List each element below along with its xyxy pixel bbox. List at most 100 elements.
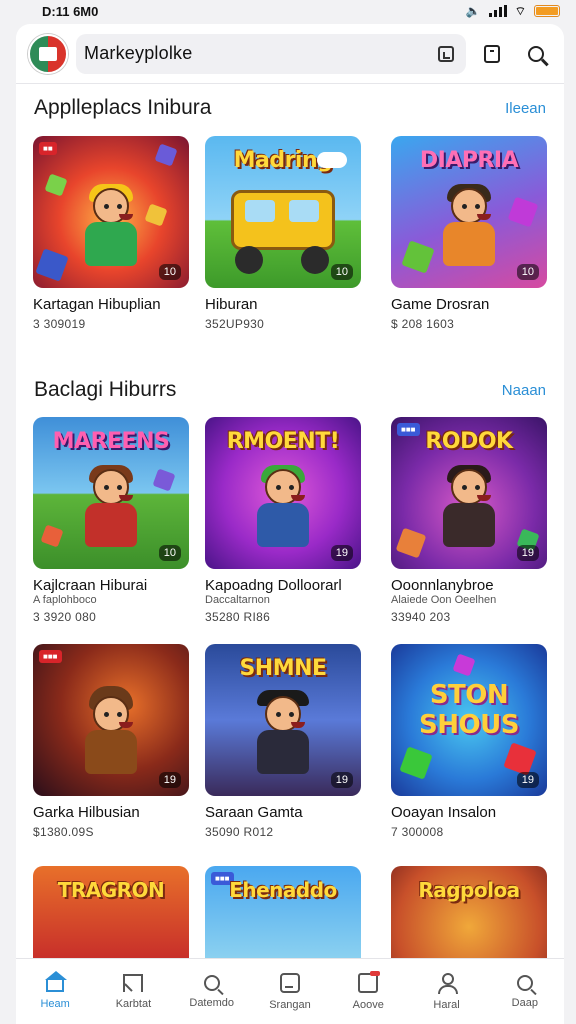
user-icon	[437, 972, 458, 994]
rating-badge: 10	[158, 264, 181, 280]
app-thumbnail[interactable]: Madring 10	[205, 136, 361, 288]
mute-icon: 🔈	[465, 4, 481, 18]
app-title: Kapoadng Dolloorarl	[205, 577, 342, 594]
main-sheet: Markeyplolke Applleplacs Inibura Ileean …	[16, 24, 564, 1024]
image-search-icon[interactable]	[438, 45, 454, 62]
app-price: 3 309019	[33, 317, 86, 331]
section-title: Baclagi Hiburrs	[34, 378, 177, 401]
app-art-title: TRAGRON	[57, 878, 165, 902]
app-card[interactable]: RMOENT! 19 Kapoadng Dolloorarl Daccaltar…	[205, 417, 361, 624]
app-card[interactable]: STON SHOUS 19 Ooayan Insalon 7 300008	[391, 644, 547, 839]
status-icons: 🔈 ⌔	[466, 4, 560, 19]
nav-label: Haral	[433, 998, 460, 1011]
app-subtitle: Alaiede Oon Oeelhen	[391, 594, 497, 606]
section-header: Baclagi Hiburrs Naaan	[34, 378, 546, 402]
nav-label: Daap	[511, 996, 538, 1009]
signal-icon	[488, 5, 507, 17]
tag-badge: ■■■	[39, 650, 62, 663]
box-icon	[279, 972, 300, 993]
status-time: D:11 6M0	[42, 3, 99, 19]
section-title: Applleplacs Inibura	[34, 96, 212, 119]
search-button[interactable]	[518, 36, 554, 72]
app-thumbnail[interactable]: MAREENS 10	[33, 417, 189, 569]
app-thumbnail[interactable]: ■■ 10	[33, 136, 189, 288]
app-art-title: RODOK	[425, 429, 513, 454]
app-card[interactable]: ■■ 10 Kartagan Hibuplian 3 309019	[33, 136, 189, 331]
app-card[interactable]: SHMNE 19 Saraan Gamta 35090 R012	[205, 644, 361, 839]
rating-badge: 19	[330, 545, 353, 561]
app-thumbnail[interactable]: ■■■ 19	[33, 644, 189, 796]
home-icon	[45, 970, 68, 992]
app-thumbnail[interactable]: ■■■ RODOK 19	[391, 417, 547, 569]
bottom-nav: Heam Karbtat Datemdo Srangan Aoove Haral…	[16, 958, 564, 1024]
status-bar: D:11 6M0 🔈 ⌔	[0, 0, 576, 22]
app-price: 35090 R012	[205, 825, 274, 839]
app-subtitle: A faplohboco	[33, 594, 97, 606]
wifi-icon: ⌔	[514, 3, 526, 18]
search-icon	[528, 45, 544, 62]
app-price: 352UP930	[205, 317, 265, 331]
rating-badge: 19	[330, 772, 353, 788]
app-title: Game Drosran	[391, 296, 490, 313]
app-price: 33940 203	[391, 610, 451, 624]
app-price: $ 208 1603	[391, 317, 455, 331]
nav-label: Heam	[40, 997, 70, 1010]
message-icon	[358, 970, 381, 993]
rating-badge: 19	[516, 545, 539, 561]
nav-label: Karbtat	[115, 997, 152, 1010]
rating-badge: 10	[158, 545, 181, 561]
app-title: Garka Hilbusian	[33, 804, 140, 821]
app-thumbnail[interactable]: DIAPRIA 10	[391, 136, 547, 288]
character-art	[437, 184, 501, 278]
search-box[interactable]: Markeyplolke	[76, 33, 466, 74]
nav-item-7[interactable]: Daap	[486, 959, 564, 1024]
bookmark-button[interactable]	[474, 36, 510, 72]
top-bar: Markeyplolke	[16, 24, 564, 84]
app-subtitle: Daccaltarnon	[205, 594, 270, 606]
app-art-title: SHMNE	[239, 656, 327, 681]
character-art	[79, 686, 143, 786]
app-thumbnail[interactable]: RMOENT! 19	[205, 417, 361, 569]
nav-item-5[interactable]: Aoove	[329, 959, 407, 1024]
nav-item-4[interactable]: Srangan	[251, 959, 329, 1024]
nav-label: Srangan	[269, 998, 311, 1011]
app-art-title: MAREENS	[52, 429, 170, 454]
search-input[interactable]: Markeyplolke	[84, 43, 192, 64]
app-title: Kartagan Hibuplian	[33, 296, 161, 313]
app-card[interactable]: MAREENS 10 Kajlcraan Hiburai A faplohboc…	[33, 417, 189, 624]
nav-item-3[interactable]: Datemdo	[173, 959, 251, 1024]
app-thumbnail[interactable]: SHMNE 19	[205, 644, 361, 796]
see-all-link[interactable]: Naaan	[502, 382, 546, 399]
flag-icon	[123, 973, 144, 992]
app-art-title: Ehenaddo	[229, 878, 337, 902]
app-title: Hiburan	[205, 296, 258, 313]
app-title: Ooonnlanybroe	[391, 577, 494, 594]
character-art	[251, 690, 315, 786]
nav-label: Datemdo	[189, 996, 235, 1009]
app-title: Ooayan Insalon	[391, 804, 497, 821]
character-art	[251, 465, 315, 559]
app-title: Kajlcraan Hiburai	[33, 577, 148, 594]
app-card[interactable]: ■■■ 19 Garka Hilbusian $1380.09S	[33, 644, 189, 839]
nav-item-6[interactable]: Haral	[407, 959, 485, 1024]
app-price: 35280 RI86	[205, 610, 271, 624]
app-art-title: STON SHOUS	[419, 680, 519, 740]
nav-item-home[interactable]: Heam	[16, 959, 94, 1024]
app-card[interactable]: Madring 10 Hiburan 352UP930	[205, 136, 361, 331]
app-thumbnail[interactable]: STON SHOUS 19	[391, 644, 547, 796]
rating-badge: 10	[516, 264, 539, 280]
app-card[interactable]: ■■■ RODOK 19 Ooonnlanybroe Alaiede Oon O…	[391, 417, 547, 624]
app-card[interactable]: DIAPRIA 10 Game Drosran $ 208 1603	[391, 136, 547, 331]
rating-badge: 10	[330, 264, 353, 280]
nav-label: Aoove	[352, 998, 384, 1011]
app-logo[interactable]	[28, 33, 68, 74]
character-art	[79, 465, 143, 559]
rating-badge: 19	[158, 772, 181, 788]
app-art-title: RMOENT!	[226, 429, 340, 454]
nav-item-2[interactable]: Karbtat	[94, 959, 172, 1024]
see-all-link[interactable]: Ileean	[505, 100, 546, 117]
search-icon	[516, 974, 533, 991]
app-art-title: Ragpoloa	[418, 878, 520, 902]
section-header: Applleplacs Inibura Ileean	[34, 96, 546, 120]
battery-icon	[534, 5, 560, 17]
